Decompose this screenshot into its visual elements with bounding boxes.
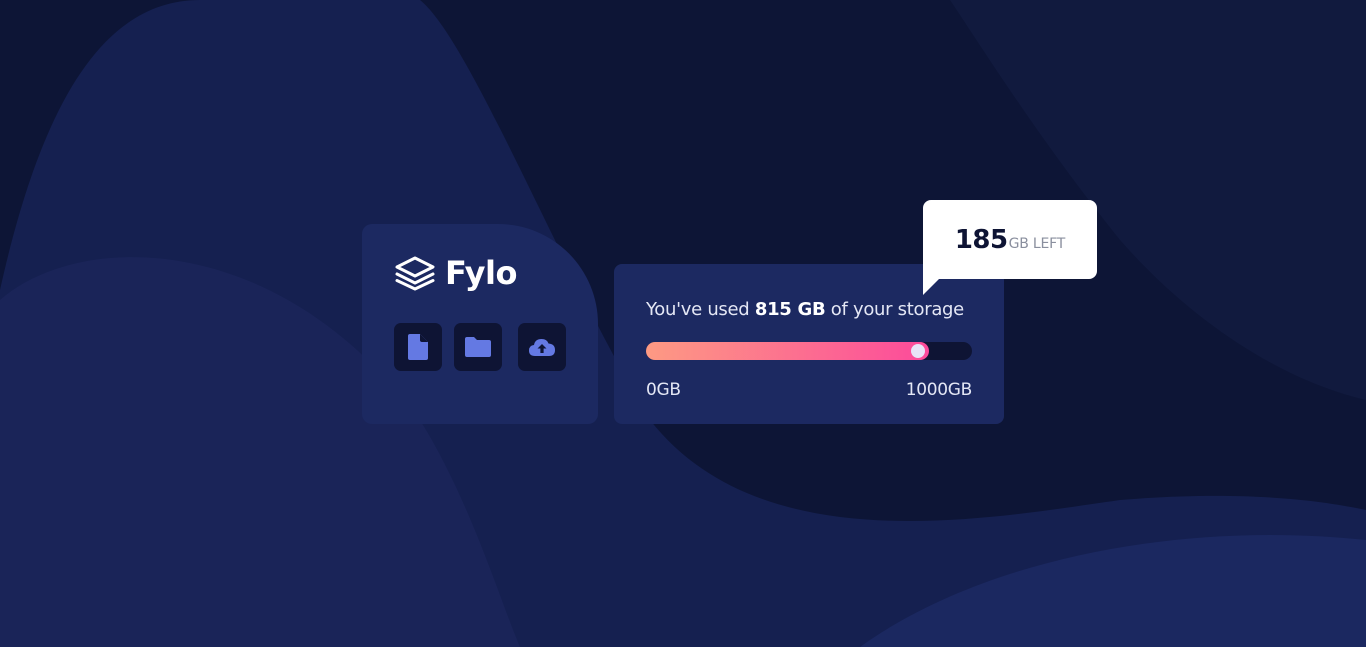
cloud-upload-icon	[529, 339, 555, 356]
upload-button[interactable]	[518, 323, 566, 371]
folder-button[interactable]	[454, 323, 502, 371]
storage-usage-text: You've used 815 GB of your storage	[646, 299, 964, 320]
logo-card: Fylo	[362, 224, 598, 424]
fylo-logo: Fylo	[394, 254, 517, 292]
layers-icon	[395, 256, 435, 291]
used-amount: 815 GB	[754, 299, 826, 320]
brand-name: Fylo	[445, 254, 517, 292]
file-button[interactable]	[394, 323, 442, 371]
storage-progress-track	[646, 342, 972, 360]
storage-card: You've used 815 GB of your storage 0GB 1…	[614, 264, 1004, 424]
progress-knob	[910, 344, 925, 358]
storage-progress-fill	[646, 342, 929, 360]
remaining-storage-tooltip: 185 GB LEFT	[923, 200, 1097, 279]
remaining-value: 185	[954, 224, 1008, 255]
remaining-unit: GB LEFT	[1008, 235, 1066, 252]
tooltip-tail	[923, 278, 940, 295]
folder-icon	[465, 337, 491, 357]
file-icon	[408, 334, 428, 360]
range-min-label: 0GB	[646, 380, 681, 400]
range-max-label: 1000GB	[905, 380, 973, 400]
